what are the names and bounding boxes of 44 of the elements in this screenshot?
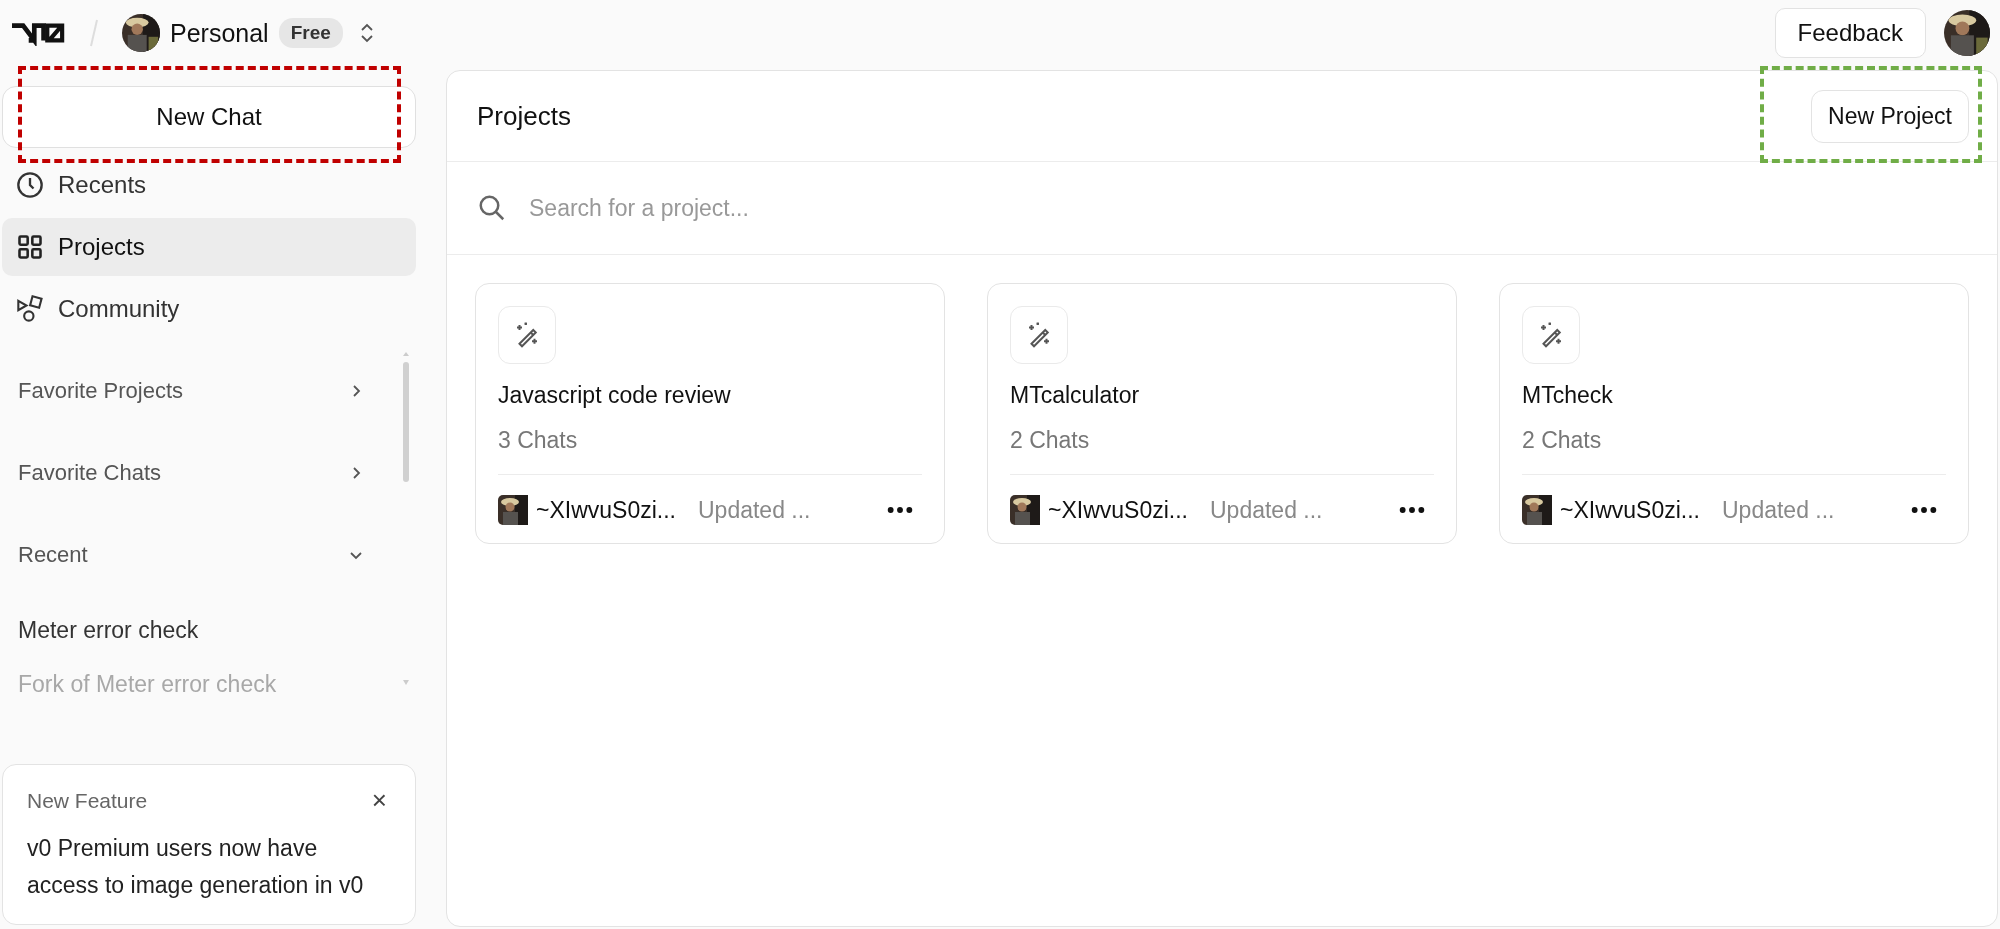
wand-icon	[1010, 306, 1068, 364]
owner-name: ~XIwvuS0zi...	[536, 496, 676, 524]
new-project-button[interactable]: New Project	[1811, 89, 1969, 143]
workspace-name[interactable]: Personal	[170, 18, 269, 48]
chat-item[interactable]: Meter error check	[2, 596, 390, 664]
plan-badge: Free	[278, 18, 343, 48]
clock-icon	[16, 171, 44, 199]
project-name: MTcalculator	[1010, 382, 1141, 409]
updated-text: Updated ...	[1722, 496, 1836, 524]
page-title: Projects	[477, 100, 571, 132]
chat-count: 2 Chats	[1010, 427, 1434, 475]
project-name: Javascript code review	[498, 382, 732, 409]
new-chat-button[interactable]: New Chat	[2, 86, 416, 148]
more-icon[interactable]	[886, 505, 914, 515]
search-field[interactable]: Search for a project...	[527, 193, 1967, 223]
owner-name: ~XIwvuS0zi...	[1048, 496, 1188, 524]
notice-text: v0 Premium users now have access to image generation in v0	[27, 834, 365, 901]
grid-icon	[16, 233, 44, 261]
search-icon	[477, 193, 507, 223]
feedback-button[interactable]: Feedback	[1774, 8, 1926, 58]
project-card[interactable]: Javascript code review 3 Chats ~XIwvuS0zi... Updated ...	[475, 283, 945, 544]
nav-item[interactable]: Projects	[2, 218, 416, 276]
updated-text: Updated ...	[1210, 496, 1324, 524]
project-card[interactable]: MTcheck 2 Chats ~XIwvuS0zi... Updated ...	[1499, 283, 1969, 544]
logo-icon[interactable]	[10, 20, 66, 46]
shapes-icon	[16, 295, 44, 323]
chat-count: 3 Chats	[498, 427, 922, 475]
wand-icon	[1522, 306, 1580, 364]
section-header[interactable]: Favorite Chats	[2, 432, 390, 514]
nav-item[interactable]: Recents	[2, 156, 416, 214]
updated-text: Updated ...	[698, 496, 812, 524]
project-card[interactable]: MTcalculator 2 Chats ~XIwvuS0zi... Updated ...	[987, 283, 1457, 544]
close-button[interactable]: ×	[367, 785, 391, 817]
more-icon[interactable]	[1398, 505, 1426, 515]
project-name: MTcheck	[1522, 382, 1614, 409]
notice-title: New Feature	[27, 788, 148, 813]
owner-name: ~XIwvuS0zi...	[1560, 496, 1700, 524]
section-header[interactable]: Recent	[2, 514, 390, 596]
section-header[interactable]: Favorite Projects	[2, 350, 390, 432]
more-icon[interactable]	[1910, 505, 1938, 515]
wand-icon	[498, 306, 556, 364]
nav-item[interactable]: Community	[2, 280, 416, 338]
chat-count: 2 Chats	[1522, 427, 1946, 475]
separator-icon	[88, 18, 100, 48]
